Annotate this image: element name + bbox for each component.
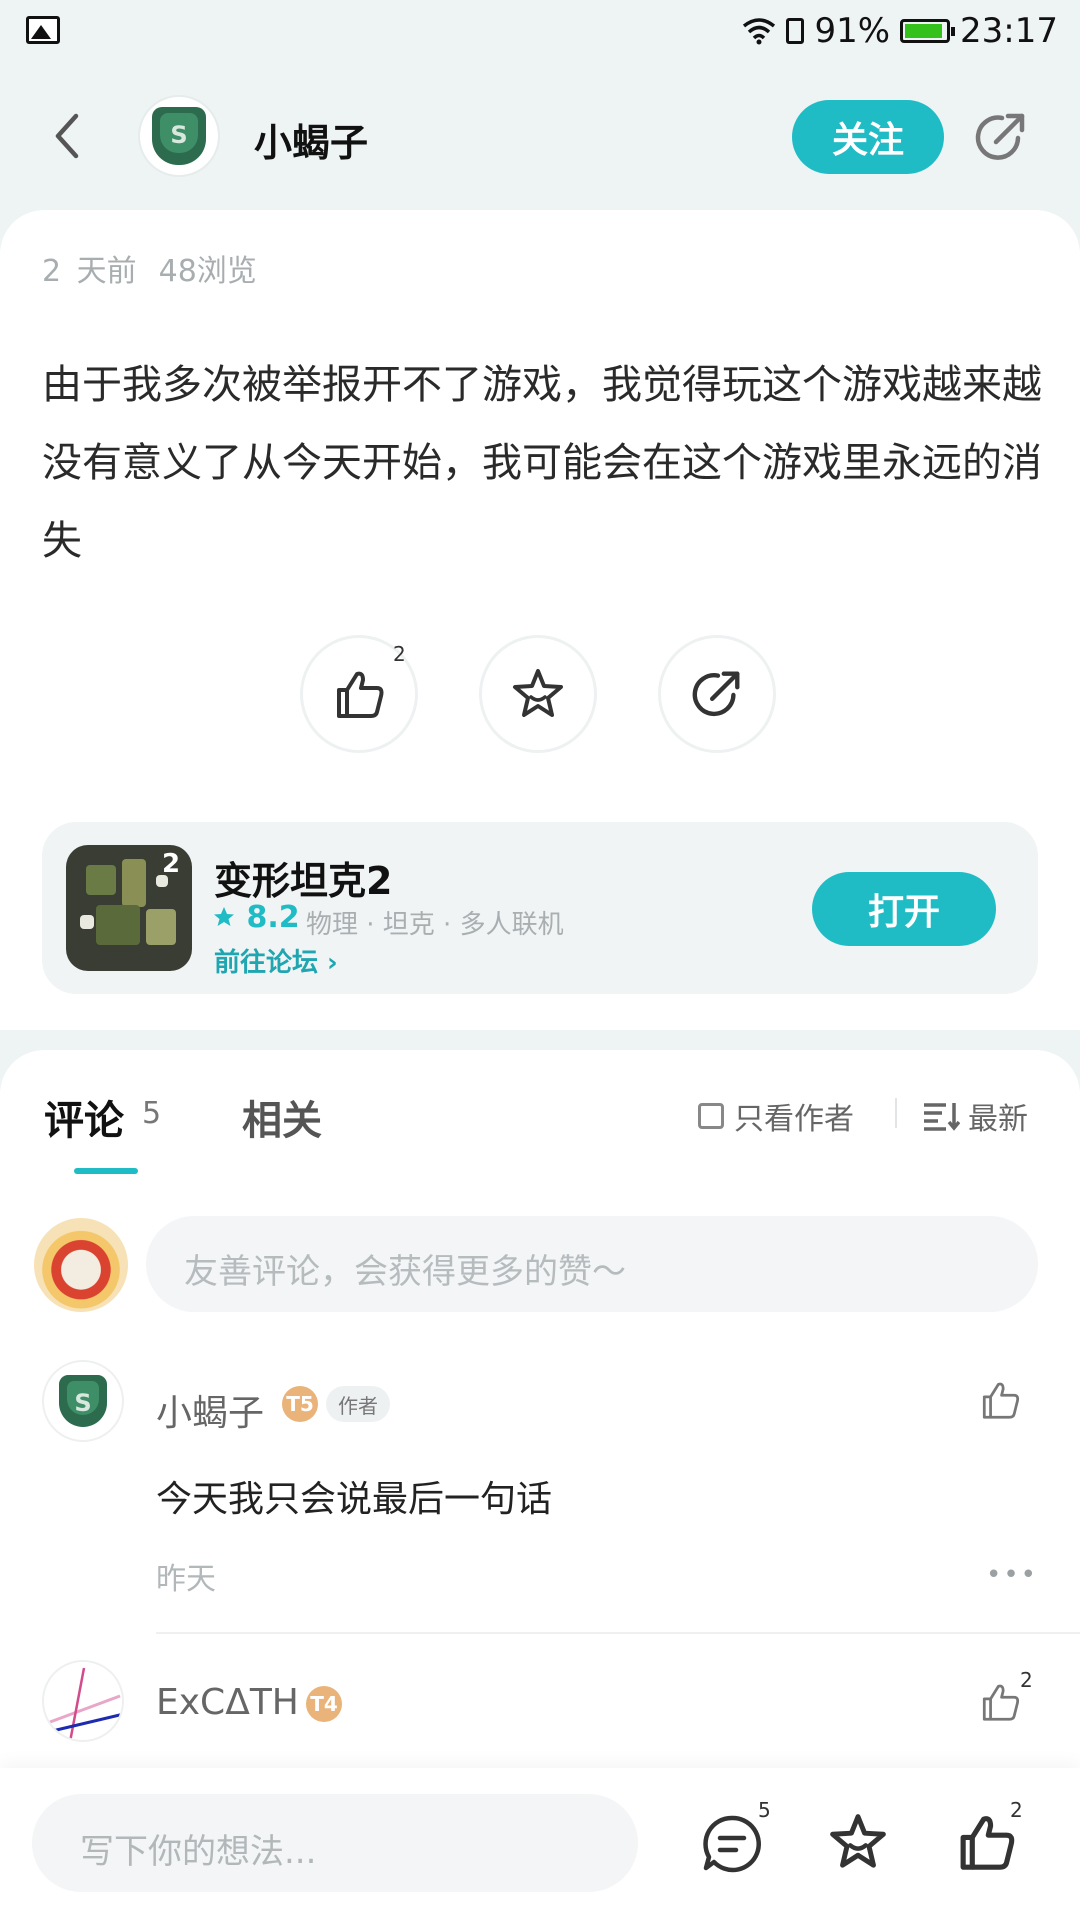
comment-like-icon[interactable]	[978, 1680, 1022, 1724]
star-filled-icon	[214, 907, 234, 926]
write-input-placeholder: 写下你的想法...	[80, 1832, 317, 1872]
game-rating: 8.2	[212, 900, 300, 935]
sort-label: 最新	[968, 1102, 1028, 1137]
checkbox-icon	[698, 1103, 724, 1129]
comment-time: 昨天	[156, 1562, 216, 1597]
comment-like-icon[interactable]	[978, 1378, 1022, 1422]
commenter-avatar[interactable]	[42, 1660, 124, 1742]
post-meta: 2 天前 48浏览	[42, 246, 279, 290]
image-notification-icon	[26, 16, 60, 44]
tab-comments-count: 5	[142, 1096, 162, 1131]
clock: 23:17	[960, 11, 1058, 51]
like-count: 2	[1010, 1798, 1023, 1822]
crest-icon	[59, 1375, 107, 1427]
open-game-button[interactable]: 打开	[812, 872, 996, 946]
commenter-avatar[interactable]	[42, 1360, 124, 1442]
comment-input-placeholder: 友善评论，会获得更多的赞～	[184, 1252, 626, 1292]
post-time: 2 天前	[42, 254, 137, 289]
commenter-name[interactable]: ExCΔTH	[156, 1682, 299, 1723]
author-avatar[interactable]	[138, 95, 220, 177]
game-icon-digit: 2	[162, 849, 181, 879]
my-avatar	[34, 1218, 128, 1312]
star-icon[interactable]	[826, 1810, 890, 1874]
share-icon[interactable]	[972, 108, 1030, 166]
more-options-icon[interactable]: •••	[986, 1560, 1038, 1590]
author-name[interactable]: 小蝎子	[254, 112, 368, 167]
thumbs-up-icon	[337, 671, 384, 718]
comment-like-count: 2	[1020, 1668, 1033, 1692]
sort-icon	[924, 1103, 960, 1131]
game-icon[interactable]: 2	[66, 845, 192, 971]
comment-divider	[156, 1632, 1080, 1634]
share-icon	[692, 671, 740, 717]
sort-toggle[interactable]: 最新	[922, 1094, 1028, 1138]
game-tags: 物理 · 坦克 · 多人联机	[306, 910, 564, 940]
tab-indicator	[74, 1168, 138, 1174]
commenter-name[interactable]: 小蝎子	[156, 1384, 264, 1436]
comment-icon[interactable]	[700, 1812, 764, 1876]
star-icon	[513, 669, 563, 717]
favorite-button[interactable]	[479, 635, 597, 753]
author-badge: 作者	[326, 1386, 390, 1422]
comment-text: 今天我只会说最后一句话	[156, 1479, 553, 1520]
wifi-icon	[743, 18, 776, 45]
like-count: 2	[393, 642, 406, 666]
crest-icon	[152, 107, 206, 165]
forum-link[interactable]: 前往论坛 ›	[214, 942, 338, 979]
sim-icon	[786, 18, 805, 44]
share-button[interactable]	[658, 635, 776, 753]
status-right: 91% 23:17	[742, 8, 1058, 54]
battery-icon	[900, 19, 956, 43]
post-views: 48浏览	[158, 254, 257, 289]
thumbs-up-icon[interactable]	[954, 1810, 1018, 1874]
battery-percent: 91%	[814, 11, 891, 51]
divider	[895, 1098, 897, 1128]
tab-related[interactable]: 相关	[242, 1088, 322, 1146]
tab-comments[interactable]: 评论	[44, 1088, 124, 1146]
level-badge: T5	[282, 1386, 318, 1422]
back-arrow-icon[interactable]	[46, 108, 86, 164]
rating-value: 8.2	[246, 900, 300, 935]
follow-button[interactable]: 关注	[792, 100, 944, 174]
level-badge: T4	[306, 1686, 342, 1722]
only-author-label: 只看作者	[734, 1102, 854, 1137]
only-author-toggle[interactable]: 只看作者	[698, 1094, 854, 1138]
post-content: 由于我多次被举报开不了游戏，我觉得玩这个游戏越来越没有意义了从今天开始，我可能会…	[42, 362, 1042, 564]
comment-count: 5	[758, 1798, 771, 1822]
status-bar: 91% 23:17	[0, 0, 1080, 64]
game-title[interactable]: 变形坦克2	[214, 850, 392, 905]
